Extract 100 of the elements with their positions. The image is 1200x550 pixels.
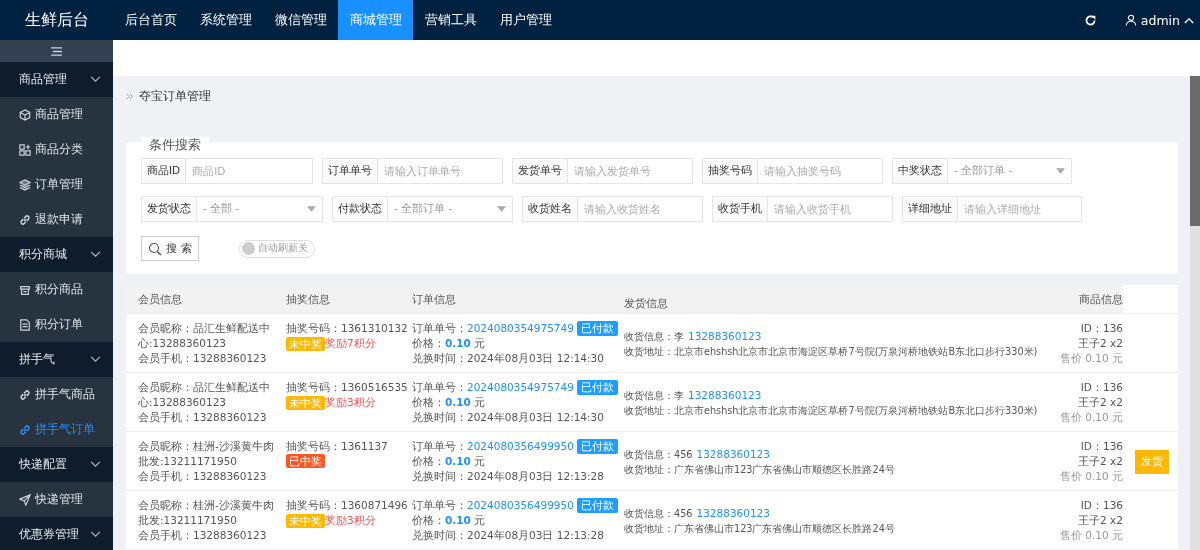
order-number-label: 订单单号： <box>412 498 467 513</box>
brand-title: 生鲜后台 <box>23 8 90 31</box>
price-text: 价格：0.10 元 <box>412 336 487 351</box>
chevron-icon <box>90 251 101 258</box>
goods-price: 售价 0.10 元 <box>1059 351 1123 366</box>
field-label: 付款状态 <box>332 196 388 222</box>
reward-points: 奖励7积分 <box>325 336 376 351</box>
sidebar-group[interactable]: 优惠券管理 <box>0 517 113 550</box>
caret-icon <box>1184 16 1194 24</box>
search-panel-title: 条件搜索 <box>141 137 209 154</box>
payment-status-tag: 已付款 <box>576 439 618 454</box>
refresh-icon[interactable] <box>1083 13 1097 27</box>
search-button[interactable]: 搜 索 <box>141 236 199 261</box>
input-field[interactable]: 请输入详细地址 <box>958 196 1082 222</box>
user-menu[interactable]: admin <box>1124 0 1200 40</box>
cube-icon <box>19 108 31 121</box>
sidebar-item[interactable]: 拼手气商品 <box>0 377 113 412</box>
sidebar-group[interactable]: 拼手气 <box>0 342 113 377</box>
exchange-time: 兑换时间：2024年08月03日 12:13:28 <box>412 469 605 484</box>
shipping-address: 收货地址：广东省佛山市123广东省佛山市顺德区长胜路24号 <box>624 522 896 536</box>
goods-name: 王子2 x2 <box>1078 513 1123 528</box>
chevron-icon <box>90 356 101 363</box>
dropdown-arrow-icon <box>497 206 506 212</box>
goods-price: 售价 0.10 元 <box>1059 410 1123 425</box>
member-nickname: 会员昵称：品汇生鲜配送中心:13288360123 <box>138 380 271 410</box>
input-field[interactable]: 请输入收货姓名 <box>578 196 703 222</box>
nav-tab[interactable]: 后台首页 <box>113 0 188 40</box>
sidebar-group[interactable]: 商品管理 <box>0 62 113 97</box>
column-header: 会员信息 <box>137 291 183 307</box>
prize-status-tag: 未中奖 <box>286 395 325 410</box>
prize-status-tag: 未中奖 <box>286 513 325 528</box>
user-icon <box>1124 14 1137 26</box>
member-nickname: 会员昵称：桂洲-沙溪黄牛肉批发:13211171950 <box>138 439 275 469</box>
prize-status-tag: 未中奖 <box>286 336 325 351</box>
chevron-icon <box>90 461 101 468</box>
nav-tab[interactable]: 营销工具 <box>413 0 488 40</box>
shipping-address: 收货地址：北京市ehshsh北京市北京市海淀区草桥7号院(万泉河桥地铁站B东北口步行330米) <box>624 404 1039 418</box>
field-label: 详细地址 <box>902 196 958 222</box>
sidebar-item[interactable]: 商品管理 <box>0 97 113 132</box>
layers-icon <box>19 178 31 191</box>
shipping-address: 收货地址：北京市ehshsh北京市北京市海淀区草桥7号院(万泉河桥地铁站B东北口步行330米) <box>624 345 1039 359</box>
nav-tab[interactable]: 用户管理 <box>488 0 563 40</box>
lottery-number: 抽奖号码：1360516535 <box>286 380 409 395</box>
exchange-time: 兑换时间：2024年08月03日 12:13:28 <box>412 528 605 543</box>
field-label: 发货状态 <box>141 196 197 222</box>
sidebar-item[interactable]: 商品分类 <box>0 132 113 167</box>
input-field[interactable]: 商品ID <box>186 158 313 184</box>
search-icon <box>148 241 163 256</box>
price-text: 价格：0.10 元 <box>412 513 487 528</box>
input-field[interactable]: 请输入订单单号 <box>378 158 503 184</box>
field-label: 中奖状态 <box>892 158 948 184</box>
sidebar-item[interactable]: 积分商品 <box>0 272 113 307</box>
lottery-number: 抽奖号码：1361137 <box>286 439 389 454</box>
nav-tab[interactable]: 微信管理 <box>263 0 338 40</box>
order-number-label: 订单单号： <box>412 439 467 454</box>
member-phone: 会员手机：13288360123 <box>138 469 268 484</box>
price-text: 价格：0.10 元 <box>412 454 487 469</box>
doc-icon <box>19 318 31 331</box>
receiver-info: 收货信息：李 <box>624 330 684 344</box>
menu-icon[interactable] <box>51 46 62 56</box>
goods-name: 王子2 x2 <box>1078 336 1123 351</box>
link-icon <box>19 388 31 401</box>
member-nickname: 会员昵称：品汇生鲜配送中心:13288360123 <box>138 321 271 351</box>
input-field[interactable]: 请输入收货手机 <box>768 196 893 222</box>
lottery-number: 抽奖号码：1360871496 <box>286 498 409 513</box>
sidebar-item[interactable]: 退款申请 <box>0 202 113 237</box>
nav-tab[interactable]: 系统管理 <box>188 0 263 40</box>
payment-status-tag: 已付款 <box>576 321 618 336</box>
sidebar-group[interactable]: 快递配置 <box>0 447 113 482</box>
column-header: 抽奖信息 <box>286 291 331 307</box>
sidebar-group[interactable]: 积分商城 <box>0 237 113 272</box>
field-label: 收货手机 <box>712 196 768 222</box>
sidebar-item[interactable]: 积分订单 <box>0 307 113 342</box>
link-icon <box>19 423 31 436</box>
sidebar-item[interactable]: 拼手气订单 <box>0 412 113 447</box>
receiver-info: 收货信息：李 <box>624 389 684 403</box>
double-chevron-icon <box>126 92 134 100</box>
scroll-bar[interactable] <box>1190 76 1200 550</box>
link-icon <box>19 213 31 226</box>
store-icon <box>19 283 31 296</box>
goods-name: 王子2 x2 <box>1078 454 1123 469</box>
chevron-icon <box>90 76 101 83</box>
grid-icon <box>19 143 31 156</box>
sidebar-item[interactable]: 快递管理 <box>0 482 113 517</box>
goods-id: ID：136 <box>1080 321 1123 336</box>
field-label: 订单单号 <box>322 158 378 184</box>
column-header: 订单信息 <box>412 291 457 307</box>
send-icon <box>19 493 31 506</box>
sidebar-item[interactable]: 订单管理 <box>0 167 113 202</box>
column-header: 商品信息 <box>1078 291 1123 307</box>
input-field[interactable]: 请输入抽奖号码 <box>758 158 883 184</box>
goods-price: 售价 0.10 元 <box>1059 469 1123 484</box>
reward-points: 奖励3积分 <box>325 395 376 410</box>
exchange-time: 兑换时间：2024年08月03日 12:14:30 <box>412 410 605 425</box>
price-text: 价格：0.10 元 <box>412 395 487 410</box>
goods-id: ID：136 <box>1080 380 1123 395</box>
reward-points: 奖励3积分 <box>325 513 376 528</box>
order-number-label: 订单单号： <box>412 380 467 395</box>
input-field[interactable]: 请输入发货单号 <box>568 158 693 184</box>
column-header: 发货信息 <box>624 295 669 311</box>
